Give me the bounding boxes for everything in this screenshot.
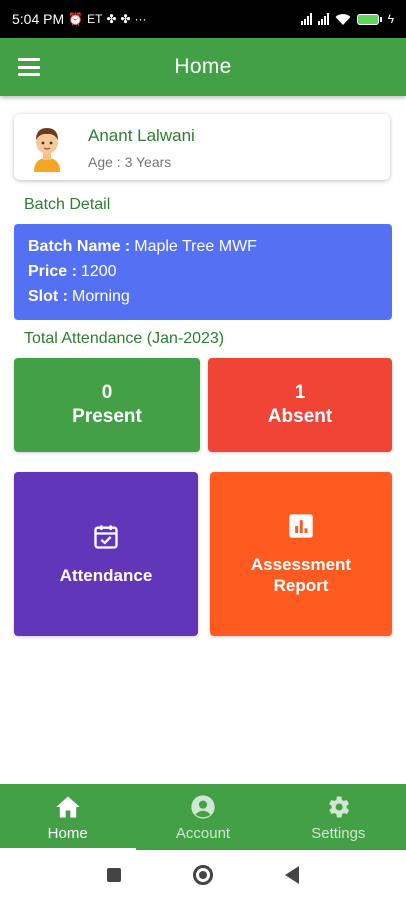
menu-icon[interactable]: [18, 58, 40, 76]
batch-slot-key: Slot :: [28, 287, 68, 305]
more-icon: ···: [134, 12, 147, 26]
settings-icon: [329, 796, 350, 817]
attendance-button[interactable]: Attendance: [14, 472, 198, 636]
bar-chart-icon: [289, 514, 313, 538]
batch-price-value: 1200: [80, 262, 117, 280]
signal-icon: [317, 13, 329, 25]
app-bar: Home: [0, 38, 406, 96]
nav-account-label: Account: [175, 824, 231, 842]
back-icon[interactable]: [285, 866, 299, 884]
attendance-label: Attendance: [59, 565, 153, 585]
status-bar: 5:04 PM ⏰ ET ✤ ✤ ··· ϟ: [0, 0, 406, 38]
wifi-icon: [335, 13, 351, 25]
status-time: 5:04 PM: [12, 11, 65, 27]
batch-slot-row: Slot : Morning: [28, 284, 378, 309]
avatar: [34, 128, 60, 172]
home-button-icon[interactable]: [193, 865, 213, 885]
battery-icon: [356, 13, 382, 25]
profile-age: Age : 3 Years: [88, 154, 172, 170]
batch-detail-card: Batch Name : Maple Tree MWF Price : 1200…: [14, 224, 392, 320]
nav-home-label: Home: [47, 824, 88, 842]
assessment-label-line2: Report: [273, 576, 329, 595]
present-tile[interactable]: 0 Present: [14, 358, 200, 452]
batch-detail-heading: Batch Detail: [24, 196, 111, 213]
et-icon: ET: [87, 12, 103, 26]
absent-label: Absent: [267, 406, 333, 427]
page-title: Home: [174, 55, 232, 78]
batch-name-value: Maple Tree MWF: [134, 237, 257, 255]
recents-icon[interactable]: [107, 868, 121, 882]
calendar-check-icon: [94, 524, 118, 549]
alarm-icon: ⏰: [68, 12, 84, 26]
home-icon: [55, 796, 80, 817]
total-attendance-heading: Total Attendance (Jan-2023): [24, 330, 225, 347]
bottom-navigation: Home Account Settings: [0, 784, 406, 850]
absent-tile[interactable]: 1 Absent: [208, 358, 392, 452]
batch-price-row: Price : 1200: [28, 259, 378, 284]
nav-settings-label: Settings: [311, 824, 366, 842]
system-navigation-bar: [0, 850, 406, 900]
nav-account[interactable]: Account: [135, 784, 270, 850]
batch-name-key: Batch Name :: [28, 237, 131, 255]
batch-name-row: Batch Name : Maple Tree MWF: [28, 234, 378, 259]
profile-card[interactable]: Anant Lalwani Age : 3 Years: [14, 114, 390, 180]
charging-icon: ϟ: [387, 12, 394, 26]
assessment-label-line1: Assessment: [250, 555, 352, 574]
signal-icon: [300, 13, 312, 25]
nav-home[interactable]: Home: [0, 784, 135, 850]
nav-settings[interactable]: Settings: [271, 784, 406, 850]
account-icon: [191, 794, 215, 819]
pinwheel-icon: ✤: [120, 12, 131, 26]
present-label: Present: [72, 406, 142, 427]
batch-slot-value: Morning: [72, 287, 130, 305]
assessment-report-button[interactable]: Assessment Report: [210, 472, 392, 636]
absent-count: 1: [294, 382, 306, 403]
batch-price-key: Price :: [28, 262, 77, 280]
present-count: 0: [101, 382, 113, 403]
pinwheel-icon: ✤: [106, 12, 117, 26]
profile-name: Anant Lalwani: [88, 126, 195, 145]
